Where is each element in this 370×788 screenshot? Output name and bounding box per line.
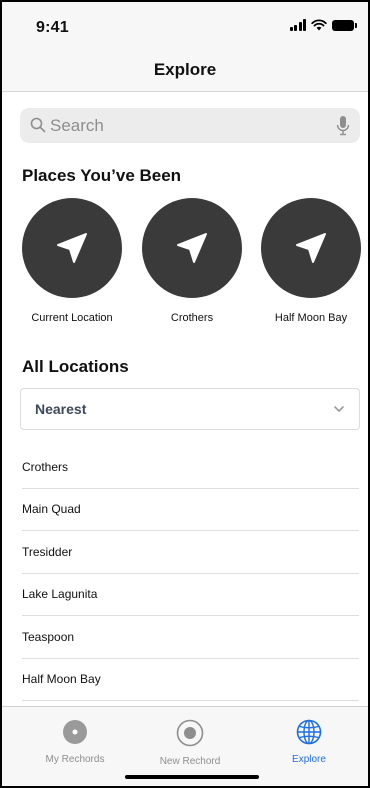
signal-icon — [289, 19, 306, 31]
record-button-icon — [176, 719, 204, 747]
place-current-location[interactable]: Current Location — [20, 198, 124, 324]
home-indicator — [125, 775, 259, 779]
search-icon — [30, 117, 46, 133]
tab-label: My Rechords — [45, 754, 105, 765]
battery-icon — [332, 19, 357, 31]
locations-list: Crothers Main Quad Tresidder Lake Laguni… — [22, 446, 359, 701]
place-half-moon-bay[interactable]: Half Moon Bay — [259, 198, 363, 324]
place-circle — [142, 198, 242, 298]
location-arrow-icon — [177, 233, 207, 263]
tab-label: Explore — [292, 754, 326, 765]
sort-dropdown[interactable]: Nearest — [20, 388, 360, 430]
list-item[interactable]: Lake Lagunita — [22, 574, 359, 616]
tab-bar: My Rechords New Rechord Explore — [2, 706, 368, 786]
place-circle — [22, 198, 122, 298]
list-item[interactable]: Main Quad — [22, 489, 359, 531]
place-label: Half Moon Bay — [274, 312, 348, 324]
list-item[interactable]: Crothers — [22, 446, 359, 489]
tab-new-rechord[interactable]: New Rechord — [135, 719, 245, 767]
tab-explore[interactable]: Explore — [254, 719, 364, 765]
place-crothers[interactable]: Crothers — [140, 198, 244, 324]
tab-my-rechords[interactable]: My Rechords — [20, 719, 130, 765]
microphone-icon[interactable] — [336, 115, 350, 137]
tab-label: New Rechord — [159, 756, 221, 767]
wifi-icon — [311, 19, 327, 31]
globe-icon — [296, 719, 322, 745]
top-bar: 9:41 Explore — [2, 2, 368, 92]
record-disc-icon — [63, 720, 87, 744]
sort-selected-value: Nearest — [35, 401, 87, 417]
search-input[interactable] — [50, 108, 320, 143]
phone-screen: 9:41 Explore Places You’ve Been — [0, 0, 370, 788]
list-item[interactable]: Half Moon Bay — [22, 659, 359, 701]
status-time: 9:41 — [36, 19, 69, 36]
search-bar[interactable] — [20, 108, 360, 143]
list-item[interactable]: Tresidder — [22, 531, 359, 574]
all-locations-title: All Locations — [22, 357, 129, 376]
chevron-down-icon — [334, 406, 344, 412]
status-icons — [289, 19, 357, 31]
place-circle — [261, 198, 361, 298]
page-title: Explore — [153, 60, 217, 79]
places-section-title: Places You’ve Been — [22, 166, 182, 185]
list-item[interactable]: Teaspoon — [22, 616, 359, 659]
place-label: Crothers — [170, 312, 214, 324]
place-label: Current Location — [31, 312, 113, 324]
location-arrow-icon — [296, 233, 326, 263]
location-arrow-icon — [57, 233, 87, 263]
